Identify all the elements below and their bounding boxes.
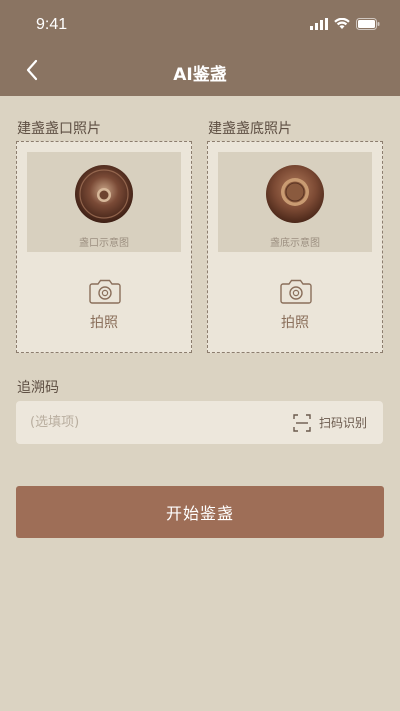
scan-code-label: 扫码识别	[318, 416, 367, 430]
scan-icon	[293, 413, 311, 432]
app-header: 9:41 AI鉴盏	[0, 0, 400, 96]
bottom-photo-label: 建盏盏底照片	[208, 121, 292, 137]
bowl-bottom-sample-image	[266, 165, 324, 223]
camera-icon	[280, 279, 312, 304]
signal-icon	[310, 18, 328, 30]
camera-icon	[89, 279, 121, 304]
bowl-mouth-sample-image	[75, 165, 133, 223]
mouth-shoot-label: 拍照	[90, 315, 118, 331]
mouth-photo-preview: 盏口示意图	[27, 152, 181, 252]
wifi-icon	[334, 18, 350, 29]
scan-code-button[interactable]: 扫码识别	[293, 401, 367, 444]
battery-icon	[356, 18, 380, 30]
mouth-preview-caption: 盏口示意图	[79, 238, 129, 249]
bottom-preview-caption: 盏底示意图	[270, 238, 320, 249]
start-appraisal-button[interactable]: 开始鉴盏	[16, 486, 384, 538]
trace-code-field: 扫码识别	[16, 401, 383, 444]
bottom-photo-preview: 盏底示意图	[218, 152, 372, 252]
bottom-photo-upload-card[interactable]: 盏底示意图 拍照	[207, 141, 383, 353]
mouth-photo-upload-card[interactable]: 盏口示意图 拍照	[16, 141, 192, 353]
trace-code-label: 追溯码	[17, 380, 59, 396]
bottom-shoot-label: 拍照	[281, 315, 309, 331]
trace-code-input[interactable]	[30, 401, 280, 444]
page-title: AI鉴盏	[173, 65, 227, 85]
status-time: 9:41	[36, 16, 68, 33]
status-icons	[310, 17, 380, 31]
mouth-photo-label: 建盏盏口照片	[17, 121, 101, 137]
